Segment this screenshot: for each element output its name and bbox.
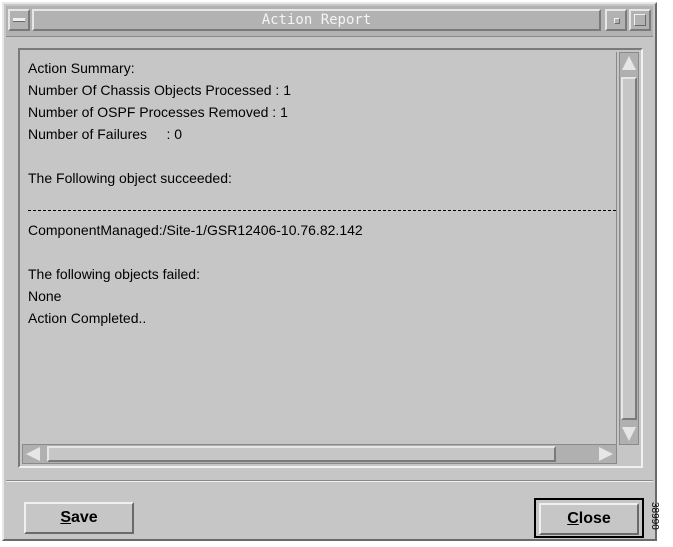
- scroll-left-arrow-icon[interactable]: [26, 447, 40, 461]
- window-title: Action Report: [32, 9, 601, 31]
- scroll-down-arrow-icon[interactable]: [622, 427, 636, 441]
- scroll-up-arrow-icon[interactable]: [622, 56, 636, 70]
- failed-heading: The following objects failed:: [28, 266, 200, 282]
- horizontal-scrollbar[interactable]: [22, 444, 617, 464]
- failures-line: Number of Failures : 0: [28, 126, 183, 142]
- succeeded-object: ComponentManaged:/Site-1/GSR12406-10.76.…: [28, 222, 363, 238]
- report-frame: Action Summary: Number Of Chassis Object…: [18, 48, 643, 468]
- maximize-button[interactable]: [629, 9, 651, 31]
- vertical-scroll-thumb[interactable]: [621, 77, 637, 420]
- button-separator: [6, 480, 653, 482]
- ospf-removed-line: Number of OSPF Processes Removed : 1: [28, 104, 288, 120]
- menu-bar-icon: [13, 18, 25, 22]
- close-button[interactable]: Close: [539, 503, 639, 535]
- succeeded-heading: The Following object succeeded:: [28, 170, 232, 186]
- failed-objects: None: [28, 288, 62, 304]
- horizontal-scroll-thumb[interactable]: [47, 446, 556, 462]
- completion-status: Action Completed..: [28, 310, 147, 326]
- figure-code: 38990: [649, 502, 660, 530]
- report-text-area[interactable]: Action Summary: Number Of Chassis Object…: [22, 52, 617, 445]
- minimize-icon: [614, 18, 620, 24]
- dashed-separator: [28, 210, 616, 211]
- action-report-window: Action Report Action Summary: Number Of …: [2, 2, 657, 541]
- close-label: lose: [578, 510, 611, 527]
- save-label: ave: [70, 509, 98, 526]
- minimize-button[interactable]: [605, 9, 627, 31]
- window-menu-button[interactable]: [8, 9, 30, 31]
- close-accelerator: C: [567, 510, 579, 527]
- save-button[interactable]: Save: [24, 502, 134, 534]
- summary-heading: Action Summary:: [28, 60, 135, 76]
- scroll-right-arrow-icon[interactable]: [599, 447, 613, 461]
- maximize-icon: [634, 14, 646, 26]
- default-button-ring: Close: [534, 498, 644, 538]
- save-accelerator: S: [60, 509, 71, 526]
- chassis-processed-line: Number Of Chassis Objects Processed : 1: [28, 82, 291, 98]
- vertical-scrollbar[interactable]: [619, 52, 639, 445]
- title-bar[interactable]: Action Report: [6, 6, 653, 37]
